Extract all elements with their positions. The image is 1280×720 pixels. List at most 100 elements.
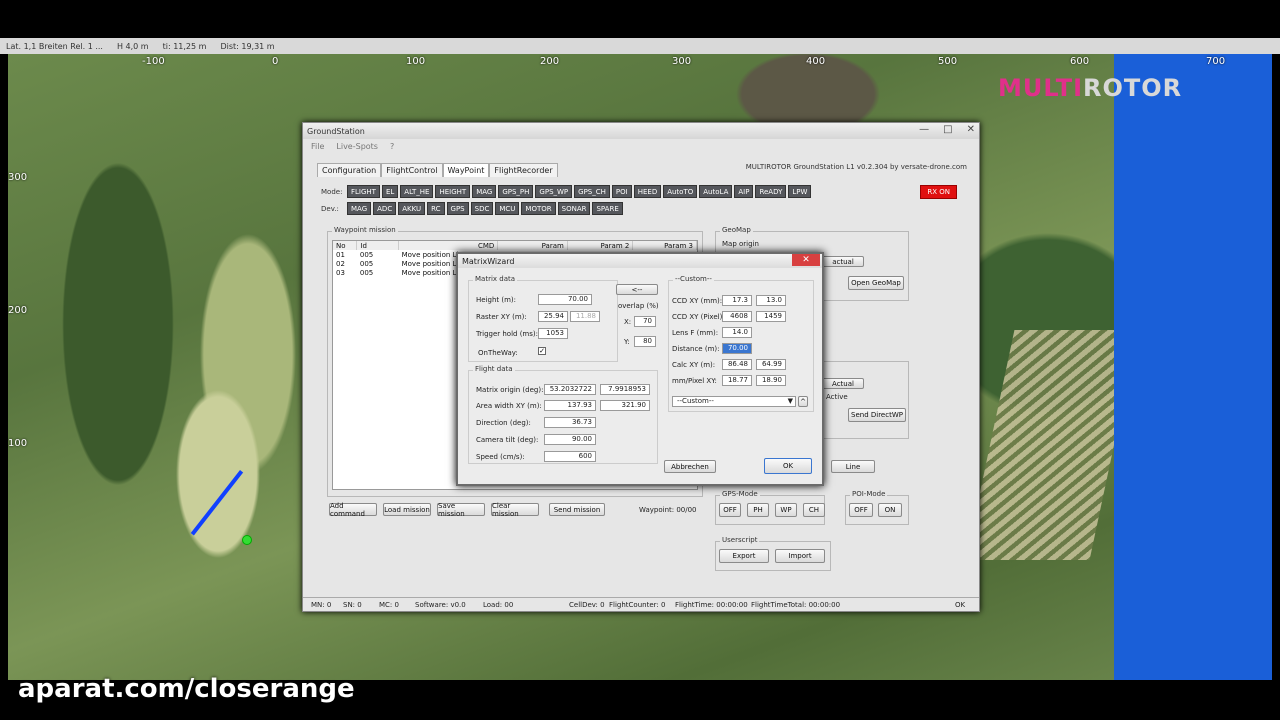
preset-up-icon[interactable]: ^ (798, 396, 808, 407)
device-chip: ADC (373, 202, 397, 215)
mode-chip: GPS_WP (535, 185, 573, 198)
rf-on-button[interactable]: RX ON (920, 185, 957, 199)
gps-ch-button[interactable]: CH (803, 503, 825, 517)
overlap-x-label: X: (624, 318, 632, 326)
device-chip: SDC (470, 202, 494, 215)
ccd-px-x-input[interactable]: 4608 (722, 311, 752, 322)
ccd-mm-label: CCD XY (mm): (672, 297, 723, 305)
window-title: GroundStation (307, 126, 365, 136)
add-command-button[interactable]: Add command (329, 502, 377, 518)
area-x-input[interactable]: 137.93 (544, 400, 596, 411)
open-geomap-button[interactable]: Open GeoMap (848, 276, 904, 290)
device-row: Dev.: MAG ADC AKKU RC GPS SDC MCU MOTOR … (321, 202, 623, 215)
minimize-icon[interactable]: — (919, 124, 929, 135)
clear-mission-button[interactable]: Clear mission (491, 502, 539, 518)
export-button[interactable]: Export (719, 549, 769, 563)
menu-file[interactable]: File (311, 142, 324, 151)
gps-off-button[interactable]: OFF (719, 503, 741, 517)
poi-off-button[interactable]: OFF (849, 503, 873, 517)
close-icon[interactable]: ✕ (792, 254, 820, 266)
status-sn: SN: 0 (343, 600, 362, 609)
origin-lat-input[interactable]: 53.2032722 (544, 384, 596, 395)
column-header[interactable]: Id (356, 241, 400, 250)
column-header[interactable]: Param (497, 241, 568, 250)
tab-configuration[interactable]: Configuration (317, 163, 382, 177)
cancel-button[interactable]: Abbrechen (664, 460, 716, 473)
height-label: Height (m): (476, 296, 517, 304)
map-side-panel (1114, 54, 1272, 680)
overlap-y-input[interactable]: 80 (634, 336, 656, 347)
ccd-mm-x-input[interactable]: 17.3 (722, 295, 752, 306)
status-celldev: CellDev: 0 (569, 600, 605, 609)
mmpx-y-input[interactable]: 18.90 (756, 375, 786, 386)
lens-label: Lens F (mm): (672, 329, 719, 337)
close-icon[interactable]: ✕ (967, 124, 975, 135)
group-title: Flight data (473, 365, 515, 373)
device-chip: GPS (446, 202, 469, 215)
save-mission-button[interactable]: Save mission (437, 502, 485, 518)
status-load: Load: 00 (483, 600, 514, 609)
load-mission-button[interactable]: Load mission (383, 503, 431, 516)
ontheway-checkbox[interactable]: ✓ (538, 347, 546, 355)
active-label: Active (826, 393, 848, 401)
ccd-px-y-input[interactable]: 1459 (756, 311, 786, 322)
x-scale-label: 500 (938, 56, 958, 67)
x-scale-label: 600 (1070, 56, 1090, 67)
line-button[interactable]: Line (831, 460, 875, 473)
column-header[interactable]: CMD (398, 241, 499, 250)
raster-x-input[interactable]: 25.94 (538, 311, 568, 322)
tab-flightcontrol[interactable]: FlightControl (381, 163, 443, 177)
mode-chip: LPW (788, 185, 812, 198)
column-header[interactable]: Param 2 (567, 241, 634, 250)
maximize-icon[interactable]: □ (943, 124, 952, 135)
gps-ph-button[interactable]: PH (747, 503, 769, 517)
info-text: H 4,0 m (116, 41, 149, 51)
tab-waypoint[interactable]: WayPoint (442, 163, 490, 177)
calc-x-input[interactable]: 86.48 (722, 359, 752, 370)
status-flighttime: FlightTime: 00:00:00 (675, 600, 748, 609)
chevron-down-icon[interactable]: ▼ (788, 397, 793, 406)
dialog-titlebar[interactable]: MatrixWizard ✕ (458, 254, 822, 268)
camera-preset-select[interactable]: --Custom-- ▼ (672, 396, 796, 407)
trigger-input[interactable]: 1053 (538, 328, 568, 339)
speed-input[interactable]: 600 (544, 451, 596, 462)
window-titlebar[interactable]: GroundStation — □ ✕ (303, 123, 979, 139)
send-mission-button[interactable]: Send mission (549, 503, 605, 516)
calc-label: Calc XY (m): (672, 361, 716, 369)
menu-help[interactable]: ? (390, 142, 394, 151)
x-scale-label: 100 (406, 56, 426, 67)
tab-flightrecorder[interactable]: FlightRecorder (489, 163, 558, 177)
send-directwp-button[interactable]: Send DirectWP (848, 408, 906, 422)
area-y-input[interactable]: 321.90 (600, 400, 650, 411)
gps-wp-button[interactable]: WP (775, 503, 797, 517)
poi-on-button[interactable]: ON (878, 503, 902, 517)
ok-button[interactable]: OK (764, 458, 812, 474)
menu-live-spots[interactable]: Live-Spots (336, 142, 378, 151)
tilt-input[interactable]: 90.00 (544, 434, 596, 445)
ccd-mm-y-input[interactable]: 13.0 (756, 295, 786, 306)
lens-input[interactable]: 14.0 (722, 327, 752, 338)
overlap-y-label: Y: (624, 338, 630, 346)
overlap-x-input[interactable]: 70 (634, 316, 656, 327)
arrow-left-button[interactable]: <-- (616, 284, 658, 295)
waypoint-marker[interactable] (242, 535, 252, 545)
select-value: --Custom-- (677, 397, 714, 405)
distance-input[interactable]: 70.00 (722, 343, 752, 354)
direction-label: Direction (deg): (476, 419, 531, 427)
origin-lon-input[interactable]: 7.9918953 (600, 384, 650, 395)
mmpx-x-input[interactable]: 18.77 (722, 375, 752, 386)
raster-y-input[interactable]: 11.88 (570, 311, 600, 322)
import-button[interactable]: Import (775, 549, 825, 563)
calc-y-input[interactable]: 64.99 (756, 359, 786, 370)
direction-input[interactable]: 36.73 (544, 417, 596, 428)
height-input[interactable]: 70.00 (538, 294, 592, 305)
actual-button[interactable]: Actual (822, 378, 864, 389)
actual-button[interactable]: actual (822, 256, 864, 267)
column-header[interactable]: Param 3 (632, 241, 697, 250)
watermark-text: aparat.com/closerange (18, 674, 355, 704)
mode-chip: ALT_HE (400, 185, 434, 198)
column-header[interactable]: No (333, 241, 358, 250)
status-mn: MN: 0 (311, 600, 332, 609)
status-bar: MN: 0 SN: 0 MC: 0 Software: v0.0 Load: 0… (303, 597, 979, 611)
device-chip: MAG (347, 202, 372, 215)
